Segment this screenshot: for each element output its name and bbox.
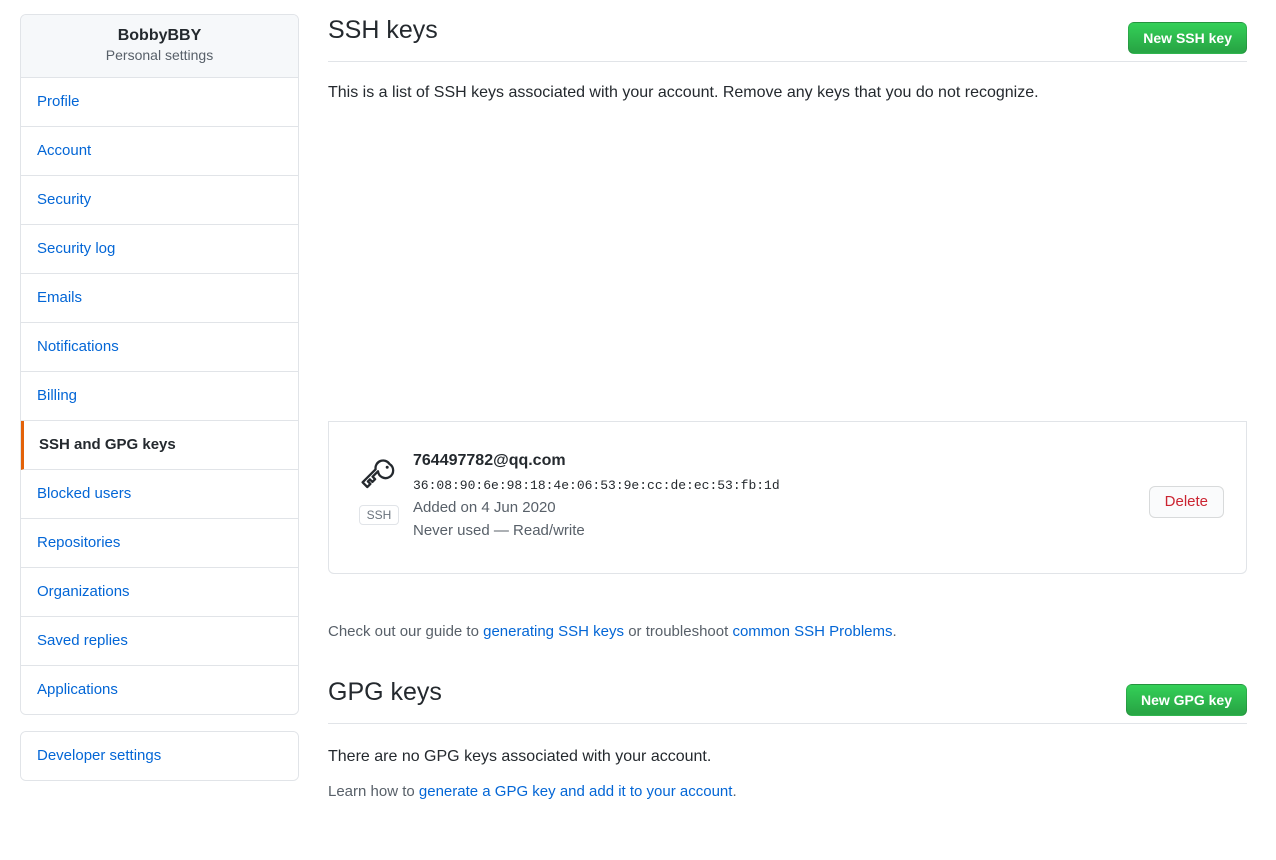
sidebar-item-applications[interactable]: Applications bbox=[21, 666, 298, 714]
main-content: SSH keys New SSH key This is a list of S… bbox=[328, 14, 1247, 800]
ssh-keys-footnote: Check out our guide to generating SSH ke… bbox=[328, 621, 897, 643]
gpg-empty-message: There are no GPG keys associated with yo… bbox=[328, 748, 712, 765]
learn-prefix: Learn how to bbox=[328, 783, 419, 800]
ssh-key-type-badge: SSH bbox=[358, 505, 400, 525]
sidebar-item-billing[interactable]: Billing bbox=[21, 372, 298, 421]
generate-gpg-key-link[interactable]: generate a GPG key and add it to your ac… bbox=[419, 783, 733, 800]
common-ssh-problems-link[interactable]: common SSH Problems bbox=[732, 623, 892, 640]
gpg-keys-header: GPG keys New GPG key bbox=[328, 676, 1247, 724]
sidebar-nav-primary: BobbyBBY Personal settings Profile Accou… bbox=[20, 14, 299, 715]
new-ssh-key-button[interactable]: New SSH key bbox=[1128, 22, 1247, 54]
footnote-middle: or troubleshoot bbox=[624, 623, 733, 640]
sidebar-item-saved-replies[interactable]: Saved replies bbox=[21, 617, 298, 666]
ssh-key-details: 764497782@qq.com 36:08:90:6e:98:18:4e:06… bbox=[413, 438, 1149, 542]
ssh-key-list: SSH 764497782@qq.com 36:08:90:6e:98:18:4… bbox=[328, 421, 1247, 574]
ssh-key-fingerprint: 36:08:90:6e:98:18:4e:06:53:9e:cc:de:ec:5… bbox=[413, 478, 780, 493]
ssh-key-added-date: Added on 4 Jun 2020 bbox=[413, 499, 556, 516]
footnote-suffix: . bbox=[892, 623, 897, 640]
footnote-prefix: Check out our guide to bbox=[328, 623, 484, 640]
settings-sidebar: BobbyBBY Personal settings Profile Accou… bbox=[20, 14, 299, 781]
sidebar-item-security-log[interactable]: Security log bbox=[21, 225, 298, 274]
generating-ssh-keys-link[interactable]: generating SSH keys bbox=[483, 623, 624, 640]
gpg-learn-more: Learn how to generate a GPG key and add … bbox=[328, 781, 1247, 803]
sidebar-item-developer-settings[interactable]: Developer settings bbox=[21, 732, 298, 780]
ssh-key-row: SSH 764497782@qq.com 36:08:90:6e:98:18:4… bbox=[328, 422, 1247, 574]
sidebar-item-notifications[interactable]: Notifications bbox=[21, 323, 298, 372]
ssh-key-usage: Never used — Read/write bbox=[413, 522, 585, 539]
sidebar-item-ssh-and-gpg-keys[interactable]: SSH and GPG keys bbox=[21, 421, 298, 470]
sidebar-username: BobbyBBY bbox=[117, 27, 202, 44]
learn-suffix: . bbox=[732, 783, 737, 800]
ssh-keys-header: SSH keys New SSH key bbox=[328, 14, 1247, 62]
sidebar-item-organizations[interactable]: Organizations bbox=[21, 568, 298, 617]
gpg-section-title: GPG keys bbox=[328, 678, 442, 706]
new-gpg-key-button[interactable]: New GPG key bbox=[1125, 684, 1247, 716]
ssh-key-actions: Delete bbox=[1148, 438, 1230, 518]
sidebar-nav-secondary: Developer settings bbox=[20, 731, 299, 781]
ssh-key-icon-column: SSH bbox=[345, 438, 413, 525]
ssh-keys-description: This is a list of SSH keys associated wi… bbox=[328, 84, 1039, 101]
sidebar-account-header: BobbyBBY Personal settings bbox=[21, 15, 298, 78]
sidebar-item-repositories[interactable]: Repositories bbox=[21, 519, 298, 568]
sidebar-item-emails[interactable]: Emails bbox=[21, 274, 298, 323]
gpg-keys-section: GPG keys New GPG key There are no GPG ke… bbox=[328, 676, 1247, 803]
settings-page: BobbyBBY Personal settings Profile Accou… bbox=[0, 0, 1276, 860]
sidebar-item-profile[interactable]: Profile bbox=[21, 78, 298, 127]
ssh-key-title: 764497782@qq.com bbox=[413, 452, 566, 469]
key-icon bbox=[359, 454, 399, 501]
page-title: SSH keys bbox=[328, 16, 438, 44]
sidebar-item-security[interactable]: Security bbox=[21, 176, 298, 225]
sidebar-subtitle: Personal settings bbox=[105, 47, 214, 63]
sidebar-item-blocked-users[interactable]: Blocked users bbox=[21, 470, 298, 519]
sidebar-item-account[interactable]: Account bbox=[21, 127, 298, 176]
delete-ssh-key-button[interactable]: Delete bbox=[1148, 486, 1224, 518]
